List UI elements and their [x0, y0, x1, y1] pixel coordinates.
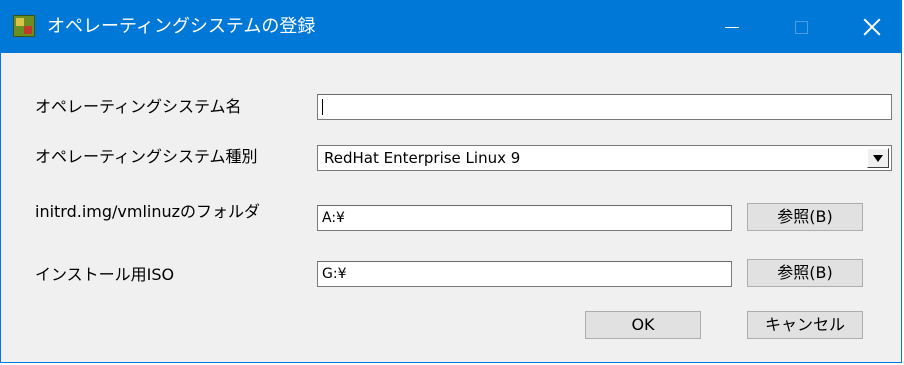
os-type-label: オペレーティングシステム種別 [35, 147, 258, 166]
initrd-browse-button[interactable]: 参照(B) [747, 203, 863, 231]
install-iso-input[interactable]: G:¥ [317, 261, 732, 287]
maximize-icon [794, 20, 808, 34]
dialog-window: オペレーティングシステムの登録 オペレーティングシステム名 オペレーティングシス… [0, 0, 902, 363]
title-bar[interactable]: オペレーティングシステムの登録 [1, 1, 901, 53]
minimize-button[interactable] [703, 1, 761, 53]
maximize-button [772, 1, 830, 53]
initrd-folder-input[interactable]: A:¥ [317, 205, 732, 231]
text-caret [322, 99, 323, 115]
os-name-input[interactable] [317, 94, 892, 120]
os-type-select[interactable]: RedHat Enterprise Linux 9 [317, 145, 892, 171]
os-type-selected: RedHat Enterprise Linux 9 [324, 149, 521, 167]
cancel-button[interactable]: キャンセル [747, 311, 863, 339]
close-icon [863, 18, 881, 36]
window-title: オペレーティングシステムの登録 [47, 16, 316, 37]
app-icon [13, 15, 35, 37]
minimize-icon [725, 26, 739, 28]
chevron-down-icon [873, 154, 883, 162]
iso-browse-button[interactable]: 参照(B) [747, 259, 863, 287]
initrd-folder-label: initrd.img/vmlinuzのフォルダ [35, 202, 261, 221]
close-button[interactable] [843, 1, 901, 53]
os-name-label: オペレーティングシステム名 [35, 97, 242, 116]
dialog-body: オペレーティングシステム名 オペレーティングシステム種別 RedHat Ente… [1, 53, 901, 362]
ok-button[interactable]: OK [585, 311, 701, 339]
dropdown-arrow-button[interactable] [867, 148, 889, 168]
install-iso-label: インストール用ISO [35, 265, 175, 284]
